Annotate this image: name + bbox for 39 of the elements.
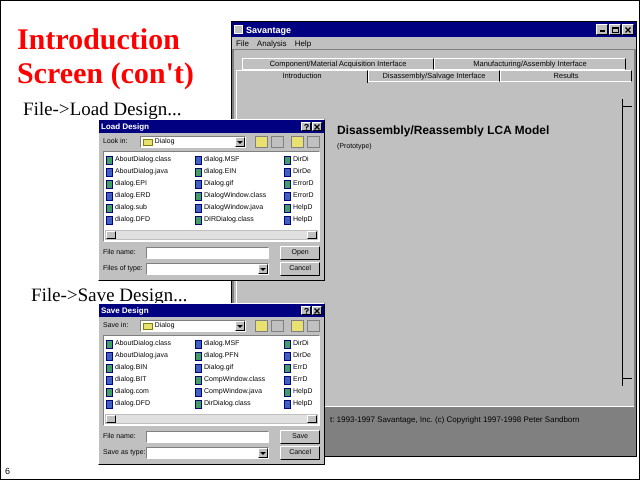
window-title: Savantage (246, 24, 292, 34)
help-icon (304, 124, 308, 130)
close-button[interactable] (312, 306, 322, 315)
maximize-icon (612, 26, 618, 32)
menu-item[interactable]: File (236, 38, 249, 48)
menu-item[interactable]: Help (294, 38, 312, 48)
minimize-button[interactable] (596, 24, 608, 35)
copyright-text: t: 1993-1997 Savantage, Inc. (c) Copyright 1997-1998 Peter Sandborn (329, 414, 580, 425)
file-type-dropdown[interactable] (146, 447, 270, 459)
heading: Disassembly/Reassembly LCA Model (337, 123, 550, 137)
close-button[interactable] (312, 122, 322, 131)
folder-icon (142, 322, 153, 330)
caption: File->Save Design... (31, 285, 188, 307)
help-icon (304, 308, 308, 314)
scroll-left-button[interactable] (106, 231, 116, 239)
app-icon (234, 25, 243, 34)
close-icon (625, 26, 631, 32)
caption: File->Load Design... (23, 99, 182, 121)
close-icon (314, 308, 320, 314)
horizontal-scrollbar[interactable] (105, 414, 318, 424)
scroll-right-button[interactable] (307, 231, 317, 239)
help-button[interactable] (301, 122, 311, 131)
dialog-title: Load Design (101, 122, 150, 131)
dialog-title: Save Design (101, 306, 149, 315)
maximize-button[interactable] (609, 24, 621, 35)
file-type-dropdown[interactable] (146, 263, 270, 275)
scroll-left-button[interactable] (106, 415, 116, 423)
file-name-field[interactable] (146, 247, 270, 259)
close-icon (314, 124, 320, 130)
slide-title: Introduction Screen (con't) (17, 23, 195, 91)
folder-icon (142, 138, 153, 146)
scroll-right-button[interactable] (307, 415, 317, 423)
minimize-icon (600, 30, 604, 32)
file-name-field[interactable] (146, 431, 270, 443)
close-button[interactable] (622, 24, 634, 35)
menu-item[interactable]: Analysis (256, 38, 287, 48)
horizontal-scrollbar[interactable] (105, 230, 318, 240)
page-number: 6 (5, 466, 10, 476)
help-button[interactable] (301, 306, 311, 315)
